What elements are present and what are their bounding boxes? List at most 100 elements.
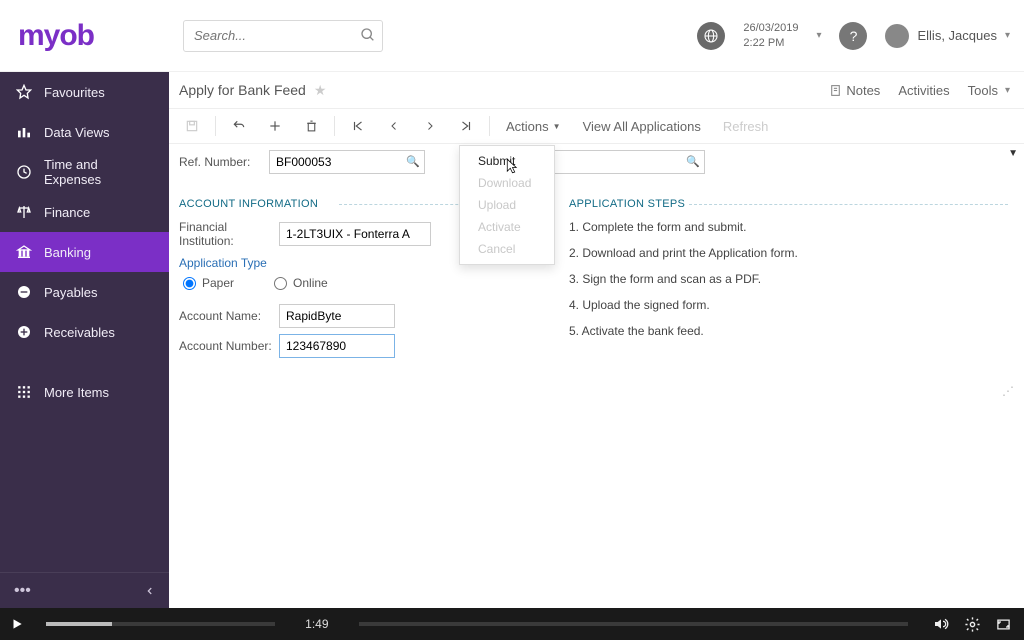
online-radio[interactable]: Online: [274, 276, 328, 290]
help-icon[interactable]: ?: [839, 22, 867, 50]
elapsed-time: 1:49: [287, 617, 347, 631]
actions-menu-button[interactable]: Actions▼: [496, 111, 571, 141]
ref-number-label: Ref. Number:: [179, 155, 269, 169]
financial-institution-label: Financial Institution:: [179, 220, 279, 248]
page-title: Apply for Bank Feed: [179, 82, 306, 98]
sidebar-item-label: Receivables: [44, 325, 115, 340]
sidebar-item-finance[interactable]: Finance: [0, 192, 169, 232]
sidebar-item-dataviews[interactable]: Data Views: [0, 112, 169, 152]
step-item: 1. Complete the form and submit.: [569, 220, 1008, 234]
sidebar-item-label: Payables: [44, 285, 97, 300]
user-menu[interactable]: Ellis, Jacques ▾: [885, 24, 1010, 48]
sidebar-item-more[interactable]: More Items: [0, 372, 169, 412]
app-header: myob 26/03/2019 2:22 PM ▾ ? Ellis, Jacqu…: [0, 0, 1024, 72]
application-steps-list: 1. Complete the form and submit. 2. Down…: [569, 220, 1008, 338]
lookup-icon[interactable]: 🔍: [406, 155, 420, 168]
save-button: [175, 111, 209, 141]
sidebar-footer[interactable]: •••: [0, 572, 169, 608]
action-activate: Activate: [460, 216, 554, 238]
refresh-button: Refresh: [713, 111, 779, 141]
progress-bar-remaining[interactable]: [359, 622, 908, 626]
account-name-label: Account Name:: [179, 309, 279, 323]
sidebar-item-time-expenses[interactable]: Time and Expenses: [0, 152, 169, 192]
brand-logo: myob: [14, 19, 183, 53]
delete-button[interactable]: [294, 111, 328, 141]
ref-number-input[interactable]: [270, 151, 424, 173]
application-steps-heading: APPLICATION STEPS: [569, 198, 1008, 210]
bank-icon: [16, 244, 32, 260]
plus-circle-icon: [16, 324, 32, 340]
step-item: 4. Upload the signed form.: [569, 298, 1008, 312]
progress-bar[interactable]: [46, 622, 275, 626]
lookup-icon[interactable]: 🔍: [686, 155, 700, 168]
page-titlebar: Apply for Bank Feed ★ Notes Activities T…: [169, 72, 1024, 108]
financial-institution-input[interactable]: [280, 223, 430, 245]
datetime-caret-icon[interactable]: ▾: [816, 30, 821, 41]
step-item: 5. Activate the bank feed.: [569, 324, 1008, 338]
ref-number-lookup[interactable]: 🔍: [269, 150, 425, 174]
grid-icon: [16, 384, 32, 400]
step-item: 2. Download and print the Application fo…: [569, 246, 1008, 260]
secondary-lookup-input[interactable]: [546, 151, 704, 173]
sidebar-item-label: More Items: [44, 385, 109, 400]
account-number-input[interactable]: [279, 334, 395, 358]
paper-radio[interactable]: Paper: [183, 276, 234, 290]
resize-grip-icon[interactable]: ⋰: [1002, 384, 1014, 398]
action-cancel: Cancel: [460, 238, 554, 260]
account-number-label: Account Number:: [179, 339, 279, 353]
toolbar: Actions▼ View All Applications Refresh: [169, 108, 1024, 144]
settings-icon[interactable]: [964, 616, 981, 633]
sidebar-item-payables[interactable]: Payables: [0, 272, 169, 312]
form-content: ▼ Ref. Number: 🔍 🔍 ACCOUNT INFO: [169, 144, 1024, 608]
sidebar-item-label: Finance: [44, 205, 90, 220]
cursor-icon: [502, 156, 520, 176]
undo-button[interactable]: [222, 111, 256, 141]
first-record-button[interactable]: [341, 111, 375, 141]
avatar-icon: [885, 24, 909, 48]
secondary-lookup[interactable]: 🔍: [545, 150, 705, 174]
activities-link[interactable]: Activities: [898, 83, 949, 98]
search-input[interactable]: [184, 21, 382, 51]
favourite-star-icon[interactable]: ★: [314, 82, 327, 99]
prev-record-button[interactable]: [377, 111, 411, 141]
user-caret-icon: ▾: [1005, 30, 1010, 41]
action-upload: Upload: [460, 194, 554, 216]
volume-icon[interactable]: [932, 616, 950, 632]
sidebar-item-banking[interactable]: Banking: [0, 232, 169, 272]
star-icon: [16, 84, 32, 100]
next-record-button[interactable]: [413, 111, 447, 141]
user-name: Ellis, Jacques: [917, 28, 996, 43]
sidebar-item-label: Banking: [44, 245, 91, 260]
clock-icon: [16, 164, 32, 180]
play-button[interactable]: [0, 608, 34, 640]
sidebar-item-label: Data Views: [44, 125, 110, 140]
globe-icon[interactable]: [697, 22, 725, 50]
fullscreen-icon[interactable]: [995, 617, 1012, 632]
notes-link[interactable]: Notes: [829, 83, 880, 98]
collapse-sidebar-icon[interactable]: [145, 586, 155, 596]
add-button[interactable]: [258, 111, 292, 141]
sidebar-item-label: Favourites: [44, 85, 105, 100]
main-area: Apply for Bank Feed ★ Notes Activities T…: [169, 72, 1024, 608]
sidebar-item-receivables[interactable]: Receivables: [0, 312, 169, 352]
application-type-link[interactable]: Application Type: [179, 256, 267, 270]
progress-fill: [46, 622, 112, 626]
dataviews-icon: [16, 124, 32, 140]
header-datetime: 26/03/2019 2:22 PM: [743, 21, 798, 50]
last-record-button[interactable]: [449, 111, 483, 141]
search-icon[interactable]: [360, 27, 376, 43]
sidebar-item-favourites[interactable]: Favourites: [0, 72, 169, 112]
global-search[interactable]: [183, 20, 383, 52]
tools-menu[interactable]: Tools▾: [968, 83, 1010, 98]
financial-institution-lookup[interactable]: [279, 222, 431, 246]
view-all-applications-button[interactable]: View All Applications: [573, 111, 711, 141]
sidebar-item-label: Time and Expenses: [44, 157, 153, 187]
step-item: 3. Sign the form and scan as a PDF.: [569, 272, 1008, 286]
video-player-bar: 1:49: [0, 608, 1024, 640]
scales-icon: [16, 204, 32, 220]
collapse-panel-icon[interactable]: ▼: [1008, 148, 1018, 159]
sidebar: Favourites Data Views Time and Expenses …: [0, 72, 169, 608]
account-name-input[interactable]: [279, 304, 395, 328]
minus-circle-icon: [16, 284, 32, 300]
ellipsis-icon[interactable]: •••: [14, 582, 31, 600]
